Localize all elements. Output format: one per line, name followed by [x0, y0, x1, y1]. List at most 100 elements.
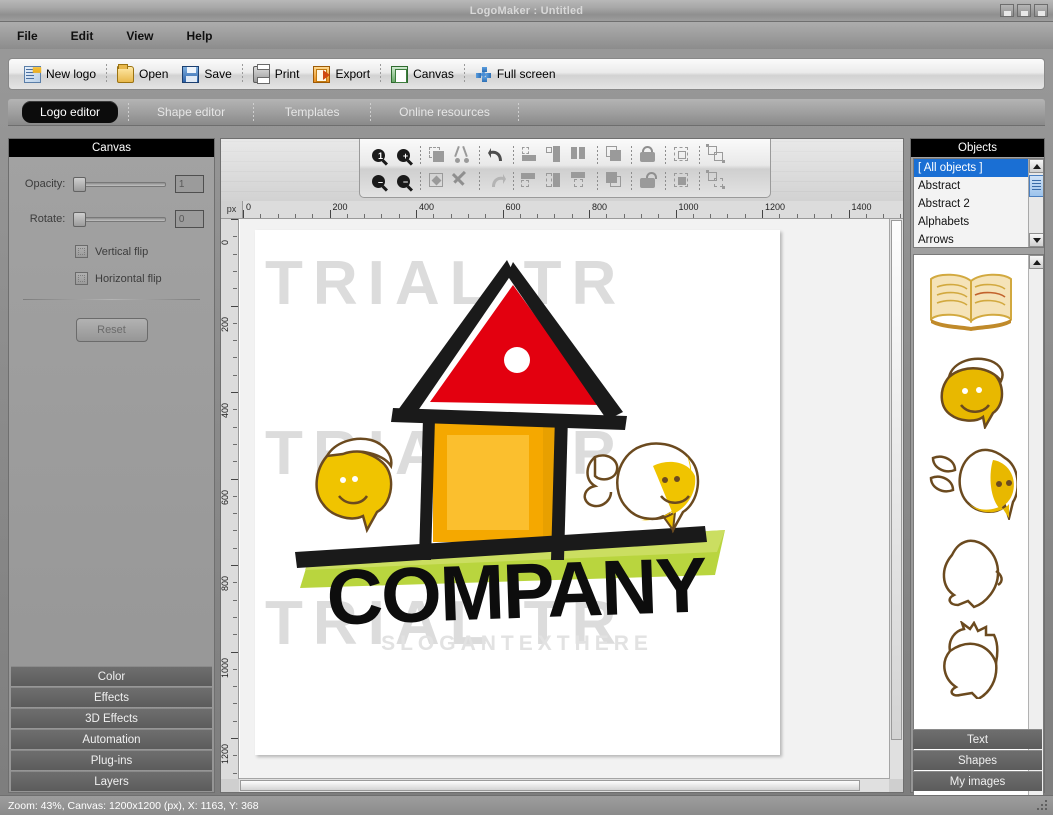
zoom-fit-icon[interactable]: – — [366, 169, 391, 193]
rotate-slider-thumb[interactable] — [73, 212, 87, 227]
scroll-down-icon[interactable] — [1029, 233, 1043, 247]
lock-icon[interactable] — [636, 143, 661, 167]
objects-list[interactable]: [ All objects ] Abstract Abstract 2 Alph… — [913, 158, 1044, 248]
accordion-3d-effects[interactable]: 3D Effects — [11, 708, 212, 728]
accordion-my-images[interactable]: My images — [913, 771, 1042, 791]
ruler-unit-label: px — [221, 201, 243, 218]
accordion-effects[interactable]: Effects — [11, 687, 212, 707]
canvas-vertical-scroll-thumb[interactable] — [891, 220, 902, 740]
redo-icon[interactable] — [484, 169, 509, 193]
accordion-plugins[interactable]: Plug-ins — [11, 750, 212, 770]
spiky-head-outline-thumbnail — [943, 621, 999, 699]
unlock-icon[interactable] — [636, 169, 661, 193]
zoom-actual-size-icon[interactable]: 1 — [366, 143, 391, 167]
accordion-layers[interactable]: Layers — [11, 771, 212, 791]
reset-button[interactable]: Reset — [75, 318, 148, 342]
objects-list-scrollbar[interactable] — [1028, 159, 1043, 247]
zoom-in-icon[interactable]: + — [391, 143, 416, 167]
tab-templates[interactable]: Templates — [264, 101, 360, 123]
resize-grip-icon[interactable] — [1037, 800, 1049, 812]
canvas-viewport[interactable]: TRIAL TR TRIAL TR TRIAL TR — [239, 219, 889, 779]
gallery-item-head-outline[interactable] — [914, 525, 1028, 615]
align-right-icon[interactable] — [568, 143, 593, 167]
ruler-tick-minor — [233, 426, 237, 428]
print-button[interactable]: Print — [246, 61, 307, 87]
object-item-abstract-2[interactable]: Abstract 2 — [914, 195, 1043, 213]
tab-shape-editor[interactable]: Shape editor — [139, 101, 243, 123]
ruler-tick-label: 1000 — [221, 657, 230, 678]
align-center-horizontal-icon[interactable] — [543, 143, 568, 167]
tab-online-resources[interactable]: Online resources — [381, 101, 508, 123]
vertical-flip-row[interactable]: Vertical flip — [75, 245, 204, 258]
open-button[interactable]: Open — [110, 61, 175, 87]
gallery-item-girl-face[interactable] — [914, 435, 1028, 525]
zoom-out-icon[interactable]: − — [391, 169, 416, 193]
gallery-item-spiky-head-outline[interactable] — [914, 615, 1028, 705]
undo-icon[interactable] — [484, 143, 509, 167]
ungroup-icon[interactable] — [704, 169, 729, 193]
minimize-button[interactable] — [1000, 4, 1014, 17]
new-logo-label: New logo — [46, 67, 97, 81]
horizontal-flip-checkbox[interactable] — [75, 272, 88, 285]
close-button[interactable] — [1034, 4, 1048, 17]
objects-list-scroll-thumb[interactable] — [1029, 175, 1043, 197]
rotate-value[interactable]: 0 — [174, 210, 204, 228]
vertical-flip-label: Vertical flip — [95, 245, 149, 258]
save-button[interactable]: Save — [175, 61, 238, 87]
vertical-flip-checkbox[interactable] — [75, 245, 88, 258]
accordion-text[interactable]: Text — [913, 729, 1042, 749]
canvas-button[interactable]: Canvas — [384, 61, 461, 87]
new-logo-button[interactable]: New logo — [17, 61, 103, 87]
align-top-icon[interactable] — [518, 169, 543, 193]
gallery-item-boy-face[interactable] — [914, 345, 1028, 435]
align-bottom-icon[interactable] — [568, 169, 593, 193]
select-all-icon[interactable] — [670, 169, 695, 193]
ruler-tick-minor — [519, 214, 521, 218]
logo-artwork[interactable]: COMPANY SLOGANTEXTHERE — [255, 230, 780, 755]
canvas-horizontal-scrollbar[interactable] — [239, 778, 889, 792]
accordion-automation[interactable]: Automation — [11, 729, 212, 749]
select-none-icon[interactable] — [670, 143, 695, 167]
opacity-slider-track — [73, 182, 167, 187]
open-book-thumbnail — [930, 273, 1012, 331]
object-item-abstract[interactable]: Abstract — [914, 177, 1043, 195]
rotate-slider-track — [73, 217, 167, 222]
horizontal-flip-row[interactable]: Horizontal flip — [75, 272, 204, 285]
object-item-alphabets[interactable]: Alphabets — [914, 213, 1043, 231]
ruler-tick-major — [231, 738, 238, 739]
opacity-slider-thumb[interactable] — [73, 177, 87, 192]
align-left-icon[interactable] — [518, 143, 543, 167]
objects-panel-title: Objects — [911, 139, 1044, 157]
ruler-tick-label: 200 — [221, 316, 230, 332]
opacity-slider[interactable] — [73, 177, 167, 192]
object-item-all-objects[interactable]: [ All objects ] — [914, 159, 1043, 177]
ruler-tick-minor — [485, 214, 487, 218]
object-item-arrows[interactable]: Arrows — [914, 231, 1043, 247]
maximize-button[interactable] — [1017, 4, 1031, 17]
send-to-back-icon[interactable] — [602, 169, 627, 193]
canvas-vertical-scrollbar[interactable] — [889, 219, 903, 779]
gallery-scroll-up-icon[interactable] — [1029, 255, 1043, 269]
resize-icon[interactable] — [425, 169, 450, 193]
full-screen-button[interactable]: Full screen — [468, 61, 563, 87]
align-center-vertical-icon[interactable] — [543, 169, 568, 193]
gallery-item-open-book[interactable] — [914, 255, 1028, 345]
tab-logo-editor[interactable]: Logo editor — [22, 101, 119, 123]
menu-item-file[interactable]: File — [14, 27, 41, 45]
menu-item-help[interactable]: Help — [183, 27, 215, 45]
menu-item-view[interactable]: View — [123, 27, 156, 45]
accordion-color[interactable]: Color — [11, 666, 212, 686]
delete-icon[interactable] — [450, 169, 475, 193]
logo-canvas[interactable]: TRIAL TR TRIAL TR TRIAL TR — [255, 230, 780, 755]
duplicate-icon[interactable] — [425, 143, 450, 167]
bring-to-front-icon[interactable] — [602, 143, 627, 167]
group-icon[interactable] — [704, 143, 729, 167]
accordion-shapes[interactable]: Shapes — [913, 750, 1042, 770]
cut-icon[interactable] — [450, 143, 475, 167]
opacity-value[interactable]: 1 — [174, 175, 204, 193]
menu-item-edit[interactable]: Edit — [68, 27, 97, 45]
rotate-slider[interactable] — [73, 212, 167, 227]
export-button[interactable]: Export — [306, 61, 377, 87]
scroll-up-icon[interactable] — [1029, 159, 1043, 173]
canvas-horizontal-scroll-thumb[interactable] — [240, 780, 860, 791]
